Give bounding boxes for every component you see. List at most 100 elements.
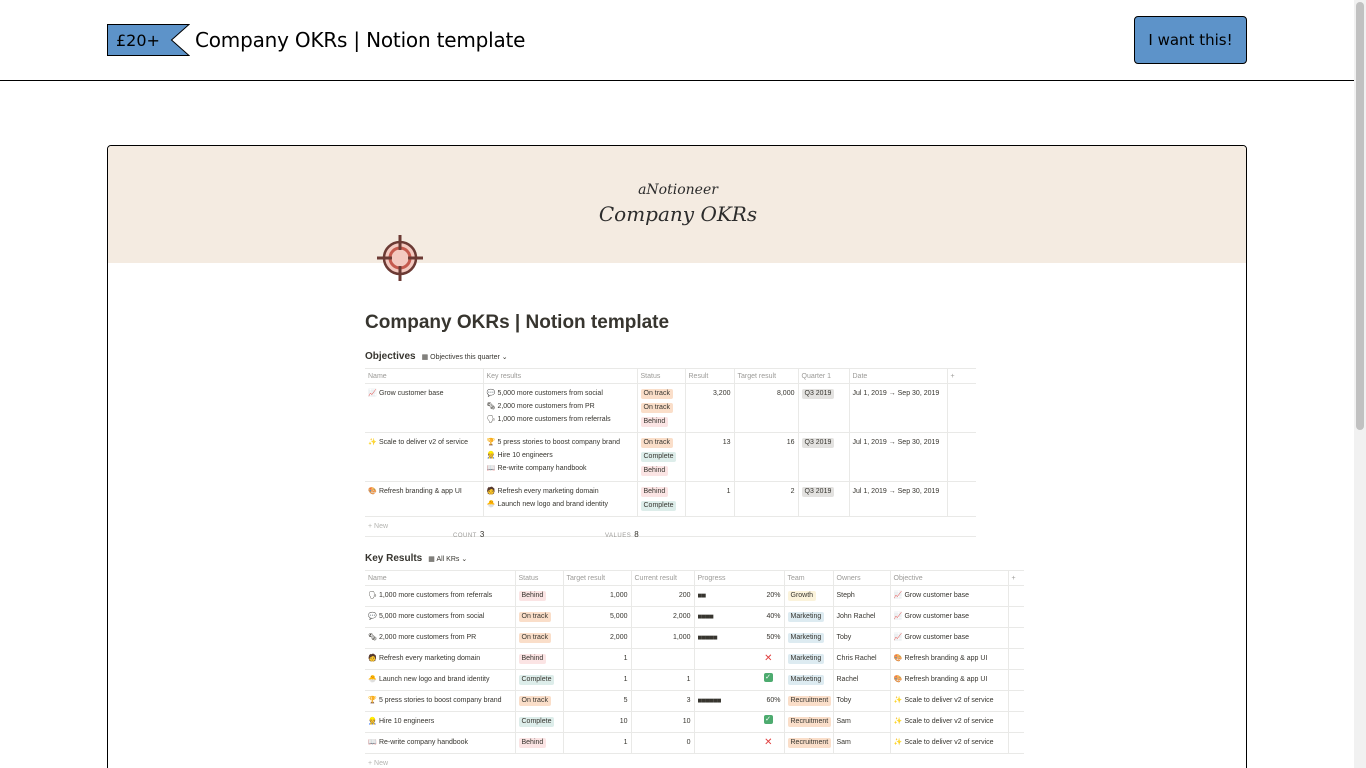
table-row[interactable]: 📖 Re-write company handbook Behind 1 0 ✕ Recr… [365, 732, 1024, 754]
column-header[interactable]: + [947, 368, 976, 384]
column-header[interactable]: Objective [890, 570, 1009, 586]
key-result-link[interactable]: 🐣 Launch new logo and brand identity [487, 498, 634, 511]
column-header[interactable]: Status [637, 368, 686, 384]
objective-name-cell[interactable]: 📈 Grow customer base [365, 383, 484, 433]
status-cell[interactable]: Complete [515, 711, 564, 733]
target-result-cell[interactable]: 2,000 [563, 627, 632, 649]
db-view-selector[interactable]: ▦ Objectives this quarter ⌄ [422, 353, 508, 361]
result-cell[interactable]: 3,200 [685, 383, 735, 433]
status-cell[interactable]: Complete [515, 669, 564, 691]
target-result-cell[interactable]: 1 [563, 732, 632, 754]
objective-name-cell[interactable]: ✨ Scale to deliver v2 of service [365, 432, 484, 482]
quarter-cell[interactable]: Q3 2019 [798, 481, 850, 517]
team-cell[interactable]: Marketing [784, 606, 834, 628]
i-want-this-button[interactable]: I want this! [1134, 16, 1247, 64]
table-row[interactable]: 🎨 Refresh branding & app UI 🧑 Refresh eve… [365, 481, 976, 517]
result-cell[interactable]: 1 [685, 481, 735, 517]
target-result-cell[interactable]: 2 [734, 481, 799, 517]
table-row[interactable]: 🗣 1,000 more customers from referrals Beh… [365, 585, 1024, 607]
page-scrollbar[interactable] [1354, 0, 1366, 768]
owners-cell[interactable]: Toby [833, 690, 891, 712]
key-result-link[interactable]: 📖 Re-write company handbook [487, 462, 634, 475]
current-result-cell[interactable] [631, 648, 695, 670]
kr-name-cell[interactable]: 👷 Hire 10 engineers [365, 711, 516, 733]
column-header[interactable]: Status [515, 570, 564, 586]
current-result-cell[interactable]: 200 [631, 585, 695, 607]
column-header[interactable]: Name [365, 368, 484, 384]
kr-name-cell[interactable]: 🗞 2,000 more customers from PR [365, 627, 516, 649]
current-result-cell[interactable]: 1 [631, 669, 695, 691]
current-result-cell[interactable]: 2,000 [631, 606, 695, 628]
column-header[interactable]: Owners [833, 570, 891, 586]
column-header[interactable]: Date [849, 368, 948, 384]
kr-name-cell[interactable]: 🧑 Refresh every marketing domain [365, 648, 516, 670]
owners-cell[interactable]: Steph [833, 585, 891, 607]
column-header[interactable]: Key results [483, 368, 638, 384]
target-result-cell[interactable]: 1,000 [563, 585, 632, 607]
target-result-cell[interactable]: 1 [563, 669, 632, 691]
owners-cell[interactable]: Chris Rachel [833, 648, 891, 670]
column-header[interactable]: Target result [563, 570, 632, 586]
date-cell[interactable]: Jul 1, 2019 → Sep 30, 2019 [849, 383, 948, 433]
target-result-cell[interactable]: 5,000 [563, 606, 632, 628]
status-cell[interactable]: On track [515, 690, 564, 712]
column-header[interactable]: Current result [631, 570, 695, 586]
objective-cell[interactable]: 📈 Grow customer base [890, 585, 1009, 607]
column-header[interactable]: Result [685, 368, 735, 384]
owners-cell[interactable]: Toby [833, 627, 891, 649]
current-result-cell[interactable]: 3 [631, 690, 695, 712]
objective-cell[interactable]: 📈 Grow customer base [890, 606, 1009, 628]
status-cell[interactable]: On track Complete Behind [637, 432, 686, 482]
status-cell[interactable]: Behind Complete [637, 481, 686, 517]
owners-cell[interactable]: Sam [833, 732, 891, 754]
status-cell[interactable]: Behind [515, 585, 564, 607]
key-result-link[interactable]: 🗣 1,000 more customers from referrals [487, 413, 634, 426]
kr-name-cell[interactable]: 🏆 5 press stories to boost company brand [365, 690, 516, 712]
objective-cell[interactable]: 🎨 Refresh branding & app UI [890, 669, 1009, 691]
team-cell[interactable]: Marketing [784, 627, 834, 649]
column-header[interactable]: Quarter 1 [798, 368, 850, 384]
status-cell[interactable]: On track On track Behind [637, 383, 686, 433]
owners-cell[interactable]: Sam [833, 711, 891, 733]
target-result-cell[interactable]: 5 [563, 690, 632, 712]
owners-cell[interactable]: John Rachel [833, 606, 891, 628]
table-row[interactable]: 📈 Grow customer base 💬 5,000 more custome… [365, 383, 976, 433]
team-cell[interactable]: Growth [784, 585, 834, 607]
date-cell[interactable]: Jul 1, 2019 → Sep 30, 2019 [849, 432, 948, 482]
table-row[interactable]: 🐣 Launch new logo and brand identity Comp… [365, 669, 1024, 691]
target-result-cell[interactable]: 10 [563, 711, 632, 733]
table-row[interactable]: 👷 Hire 10 engineers Complete 10 10 ✓ Recruitm… [365, 711, 1024, 733]
column-header[interactable]: Team [784, 570, 834, 586]
key-result-link[interactable]: 👷 Hire 10 engineers [487, 449, 634, 462]
table-row[interactable]: 🏆 5 press stories to boost company brand… [365, 690, 1024, 712]
status-cell[interactable]: Behind [515, 732, 564, 754]
current-result-cell[interactable]: 1,000 [631, 627, 695, 649]
table-row[interactable]: 🧑 Refresh every marketing domain Behind 1 ✕… [365, 648, 1024, 670]
target-result-cell[interactable]: 1 [563, 648, 632, 670]
result-cell[interactable]: 13 [685, 432, 735, 482]
status-cell[interactable]: On track [515, 627, 564, 649]
objective-cell[interactable]: 🎨 Refresh branding & app UI [890, 648, 1009, 670]
table-row[interactable]: 🗞 2,000 more customers from PR On track 2,… [365, 627, 1024, 649]
objective-cell[interactable]: 📈 Grow customer base [890, 627, 1009, 649]
date-cell[interactable]: Jul 1, 2019 → Sep 30, 2019 [849, 481, 948, 517]
quarter-cell[interactable]: Q3 2019 [798, 383, 850, 433]
key-results-cell[interactable]: 🧑 Refresh every marketing domain 🐣 Launch… [483, 481, 638, 517]
target-result-cell[interactable]: 16 [734, 432, 799, 482]
key-results-cell[interactable]: 💬 5,000 more customers from social 🗞 2,00… [483, 383, 638, 433]
kr-name-cell[interactable]: 📖 Re-write company handbook [365, 732, 516, 754]
column-header[interactable]: Target result [734, 368, 799, 384]
db-view-selector[interactable]: ▦ All KRs ⌄ [428, 555, 467, 563]
column-header[interactable]: Progress [694, 570, 785, 586]
key-result-link[interactable]: 💬 5,000 more customers from social [487, 387, 634, 400]
objective-name-cell[interactable]: 🎨 Refresh branding & app UI [365, 481, 484, 517]
key-result-link[interactable]: 🧑 Refresh every marketing domain [487, 485, 634, 498]
column-header[interactable]: + [1008, 570, 1024, 586]
key-results-cell[interactable]: 🏆 5 press stories to boost company brand… [483, 432, 638, 482]
objective-cell[interactable]: ✨ Scale to deliver v2 of service [890, 732, 1009, 754]
status-cell[interactable]: Behind [515, 648, 564, 670]
owners-cell[interactable]: Rachel [833, 669, 891, 691]
kr-name-cell[interactable]: 💬 5,000 more customers from social [365, 606, 516, 628]
status-cell[interactable]: On track [515, 606, 564, 628]
kr-name-cell[interactable]: 🐣 Launch new logo and brand identity [365, 669, 516, 691]
